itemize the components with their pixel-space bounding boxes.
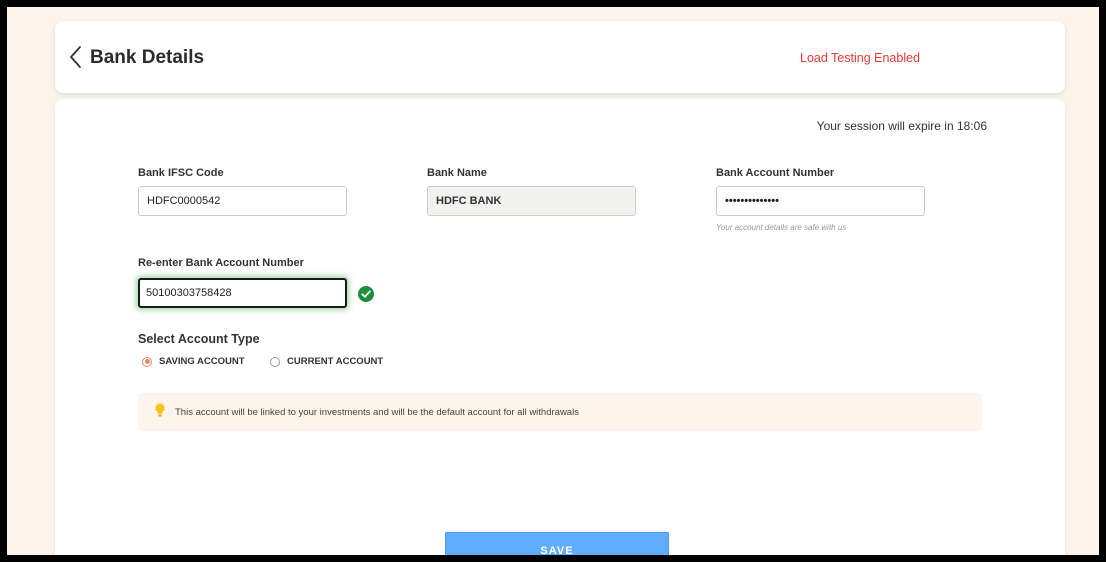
info-banner: This account will be linked to your inve…: [138, 393, 982, 431]
chevron-left-icon[interactable]: [67, 44, 85, 70]
account-safety-hint: Your account details are safe with us: [716, 223, 847, 232]
bank-name-field: HDFC BANK: [427, 186, 636, 216]
bank-details-form: Your session will expire in 18:06 Bank I…: [55, 99, 1065, 555]
lightbulb-icon: [155, 403, 165, 417]
account-type-title: Select Account Type: [138, 332, 260, 346]
app-screen: Bank Details Load Testing Enabled Your s…: [7, 7, 1099, 555]
radio-selected-icon[interactable]: [142, 356, 152, 367]
header-card: Bank Details Load Testing Enabled: [55, 21, 1065, 93]
page-title: Bank Details: [90, 47, 205, 68]
radio-saving-account[interactable]: SAVING ACCOUNT: [142, 356, 245, 367]
account-number-label: Bank Account Number: [716, 167, 835, 179]
bank-name-label: Bank Name: [427, 167, 487, 179]
radio-unselected-icon[interactable]: [270, 356, 280, 367]
account-number-input[interactable]: ••••••••••••••: [716, 186, 925, 216]
reenter-account-input[interactable]: 50100303758428: [138, 278, 347, 308]
session-timer: Your session will expire in 18:06: [816, 119, 987, 133]
ifsc-input[interactable]: HDFC0000542: [138, 186, 347, 216]
saving-account-label: SAVING ACCOUNT: [159, 356, 245, 367]
save-button[interactable]: SAVE: [445, 532, 669, 555]
check-circle-icon: [358, 286, 374, 302]
current-account-label: CURRENT ACCOUNT: [287, 356, 384, 367]
radio-current-account[interactable]: CURRENT ACCOUNT: [270, 356, 383, 367]
load-testing-notice: Load Testing Enabled: [800, 51, 921, 65]
reenter-account-label: Re-enter Bank Account Number: [138, 257, 304, 269]
ifsc-label: Bank IFSC Code: [138, 167, 224, 179]
info-text: This account will be linked to your inve…: [175, 407, 579, 418]
